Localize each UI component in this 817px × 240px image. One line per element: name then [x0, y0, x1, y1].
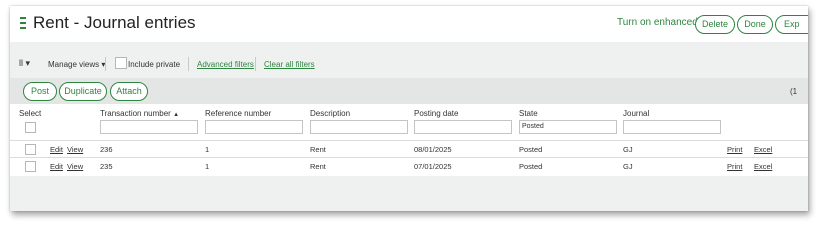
table-row: Edit View 236 1 Rent 08/01/2025 Posted G… [10, 140, 808, 158]
edit-link[interactable]: Edit [50, 145, 63, 154]
journal-filter[interactable] [623, 120, 721, 134]
description-filter[interactable] [310, 120, 408, 134]
reference-number-filter[interactable] [205, 120, 303, 134]
col-header-state[interactable]: State [519, 109, 538, 118]
advanced-filters-link[interactable]: Advanced filters [197, 60, 254, 69]
toolbar-divider [188, 57, 189, 71]
transaction-number-cell: 236 [100, 145, 113, 154]
description-cell: Rent [310, 162, 326, 171]
posting-date-filter[interactable] [414, 120, 512, 134]
col-header-reference-number[interactable]: Reference number [205, 109, 271, 118]
reference-number-cell: 1 [205, 162, 210, 171]
state-cell: Posted [519, 145, 543, 154]
record-count: (1 [790, 87, 798, 96]
include-private-label: Include private [128, 60, 181, 69]
excel-link[interactable]: Excel [754, 162, 772, 171]
sort-ascending-icon: ▲ [173, 112, 180, 118]
state-filter[interactable]: Posted [519, 120, 617, 134]
table-row: Edit View 235 1 Rent 07/01/2025 Posted G… [10, 157, 808, 175]
transaction-number-filter[interactable] [100, 120, 198, 134]
posting-date-cell: 07/01/2025 [414, 162, 452, 171]
state-cell: Posted [519, 162, 543, 171]
excel-link[interactable]: Excel [754, 145, 772, 154]
toolbar-divider [255, 57, 256, 71]
action-bar: Post Duplicate Attach (1 [10, 78, 808, 104]
transaction-number-cell: 235 [100, 162, 113, 171]
print-link[interactable]: Print [727, 145, 742, 154]
col-header-journal[interactable]: Journal [623, 109, 649, 118]
delete-button[interactable]: Delete [695, 15, 735, 34]
view-link[interactable]: View [67, 145, 83, 154]
views-toggle[interactable]: ll ▾ [19, 58, 30, 69]
select-all-checkbox[interactable] [25, 122, 36, 133]
reference-number-cell: 1 [205, 145, 210, 154]
row-checkbox[interactable] [25, 161, 36, 172]
journal-entries-window: Rent - Journal entries Turn on enhanced … [10, 6, 808, 211]
toolbar-divider [105, 57, 106, 71]
post-button[interactable]: Post [23, 82, 57, 101]
col-header-transaction-number-label: Transaction number [100, 109, 171, 118]
view-link[interactable]: View [67, 162, 83, 171]
title-bar: Rent - Journal entries Turn on enhanced … [10, 6, 808, 42]
manage-views-dropdown[interactable]: Manage views ▾ [48, 60, 105, 69]
row-checkbox[interactable] [25, 144, 36, 155]
menu-icon[interactable] [20, 17, 26, 31]
journal-entries-table: Select Transaction number ▲ Reference nu… [10, 104, 808, 176]
print-link[interactable]: Print [727, 162, 742, 171]
journal-cell: GJ [623, 162, 633, 171]
done-button[interactable]: Done [737, 15, 773, 34]
page-title: Rent - Journal entries [33, 13, 196, 32]
posting-date-cell: 08/01/2025 [414, 145, 452, 154]
duplicate-button[interactable]: Duplicate [59, 82, 107, 101]
export-button[interactable]: Exp [775, 15, 808, 34]
list-panel: ll ▾ Manage views ▾ Include private Adva… [10, 42, 808, 211]
col-header-select: Select [19, 109, 42, 118]
col-header-transaction-number[interactable]: Transaction number ▲ [100, 109, 179, 118]
clear-all-filters-link[interactable]: Clear all filters [264, 60, 315, 69]
include-private-checkbox[interactable] [115, 57, 127, 69]
description-cell: Rent [310, 145, 326, 154]
col-header-posting-date[interactable]: Posting date [414, 109, 458, 118]
edit-link[interactable]: Edit [50, 162, 63, 171]
col-header-description[interactable]: Description [310, 109, 350, 118]
journal-cell: GJ [623, 145, 633, 154]
attach-button[interactable]: Attach [110, 82, 148, 101]
